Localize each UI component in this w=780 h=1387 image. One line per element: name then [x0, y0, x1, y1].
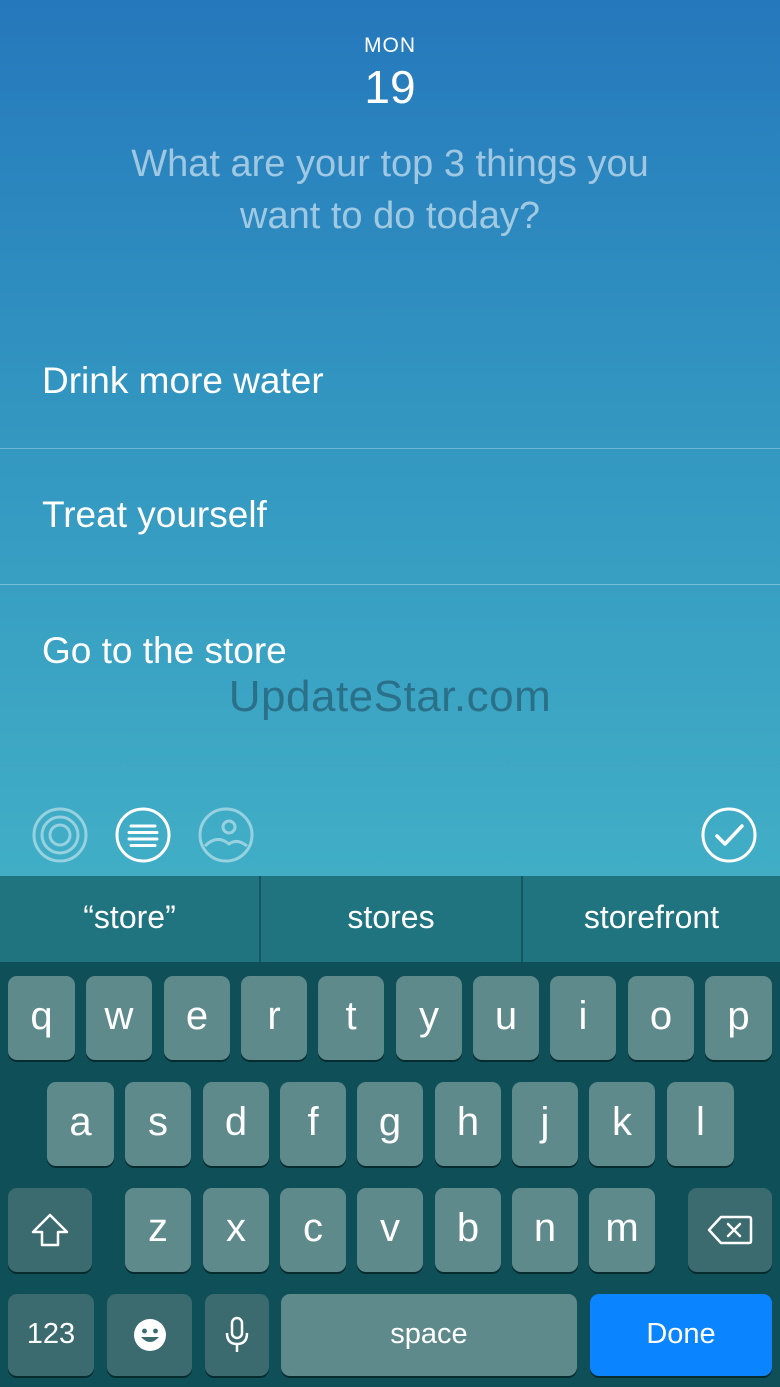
key-a[interactable]: a	[47, 1082, 114, 1166]
key-f[interactable]: f	[280, 1082, 346, 1166]
key-s[interactable]: s	[125, 1082, 191, 1166]
shift-icon	[31, 1213, 69, 1247]
list-icon[interactable]	[114, 806, 172, 864]
key-k[interactable]: k	[589, 1082, 655, 1166]
key-t[interactable]: t	[318, 976, 384, 1060]
key-l[interactable]: l	[667, 1082, 734, 1166]
key-q[interactable]: q	[8, 976, 75, 1060]
shift-key[interactable]	[8, 1188, 92, 1272]
task-text[interactable]: Drink more water	[42, 360, 324, 402]
key-h[interactable]: h	[435, 1082, 501, 1166]
key-r[interactable]: r	[241, 976, 307, 1060]
watermark: UpdateStar.com	[228, 672, 552, 721]
delete-key[interactable]	[688, 1188, 772, 1272]
key-y[interactable]: y	[396, 976, 462, 1060]
space-key[interactable]: space	[281, 1294, 577, 1376]
key-z[interactable]: z	[125, 1188, 191, 1272]
numbers-key[interactable]: 123	[8, 1294, 94, 1376]
task-item-1[interactable]: Drink more water	[0, 314, 780, 449]
task-text[interactable]: Treat yourself	[42, 494, 267, 536]
key-p[interactable]: p	[705, 976, 772, 1060]
key-m[interactable]: m	[589, 1188, 655, 1272]
key-d[interactable]: d	[203, 1082, 269, 1166]
check-circle-icon[interactable]	[700, 806, 758, 864]
date-number: 19	[364, 61, 416, 113]
task-item-2[interactable]: Treat yourself	[0, 450, 780, 585]
key-v[interactable]: v	[357, 1188, 423, 1272]
key-e[interactable]: e	[164, 976, 230, 1060]
done-key[interactable]: Done	[590, 1294, 772, 1376]
daily-prompt: What are your top 3 things you want to d…	[131, 143, 649, 237]
suggestion-2[interactable]: stores	[261, 876, 523, 962]
key-x[interactable]: x	[203, 1188, 269, 1272]
key-i[interactable]: i	[550, 976, 616, 1060]
photo-icon[interactable]	[197, 806, 255, 864]
focus-rings-icon[interactable]	[31, 806, 89, 864]
emoji-key[interactable]	[107, 1294, 192, 1376]
emoji-icon	[133, 1319, 166, 1351]
key-c[interactable]: c	[280, 1188, 346, 1272]
key-w[interactable]: w	[86, 976, 152, 1060]
app-screen: MON 19 What are your top 3 things you wa…	[0, 0, 780, 876]
suggestion-3[interactable]: storefront	[523, 876, 780, 962]
autocorrect-suggestions: “store” stores storefront	[0, 876, 780, 962]
date-day: MON	[364, 34, 416, 57]
dictation-key[interactable]	[205, 1294, 269, 1376]
key-b[interactable]: b	[435, 1188, 501, 1272]
key-g[interactable]: g	[357, 1082, 423, 1166]
task-text[interactable]: Go to the store	[42, 630, 287, 672]
key-n[interactable]: n	[512, 1188, 578, 1272]
keyboard: q w e r t y u i o p a s d f g h j k l z …	[0, 962, 780, 1387]
microphone-icon	[225, 1316, 249, 1352]
key-j[interactable]: j	[512, 1082, 578, 1166]
key-u[interactable]: u	[473, 976, 539, 1060]
key-o[interactable]: o	[628, 976, 694, 1060]
suggestion-1[interactable]: “store”	[0, 876, 261, 962]
backspace-icon	[707, 1215, 753, 1245]
